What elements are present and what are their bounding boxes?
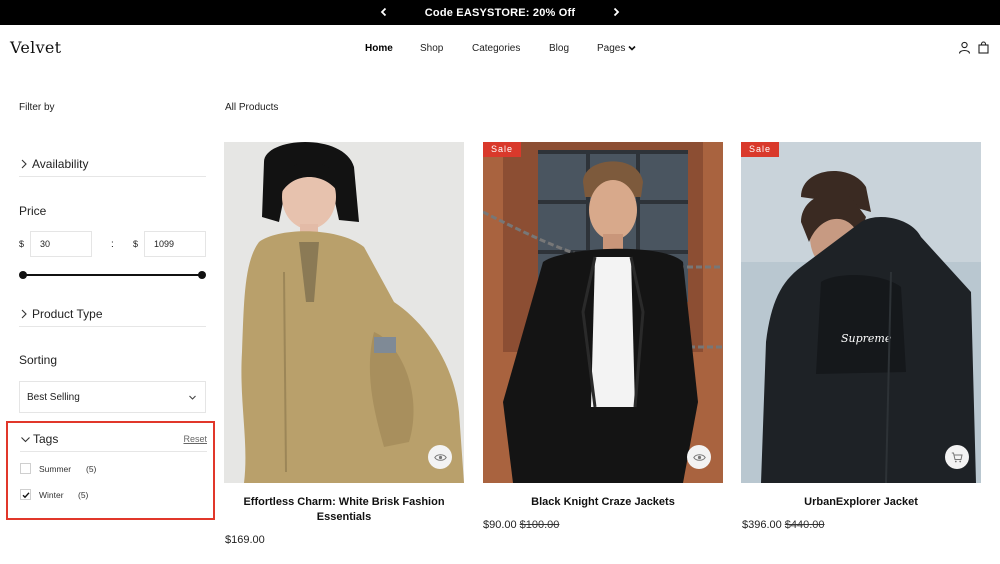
currency-symbol-max: $ (133, 239, 139, 249)
eye-icon (433, 453, 447, 461)
tag-option-winter[interactable]: Winter (5) (20, 489, 120, 501)
price-min-input[interactable]: 30 (30, 231, 92, 257)
page-title: All Products (225, 102, 279, 113)
filter-by-label: Filter by (19, 102, 55, 113)
sale-badge: Sale (741, 142, 780, 157)
chevron-down-icon (628, 44, 636, 52)
tags-title: Tags (33, 432, 59, 446)
product-price-row: $90.00 $100.00 (483, 519, 559, 531)
tag-checkbox-winter[interactable] (20, 489, 31, 500)
product-image[interactable] (224, 142, 464, 483)
product-name[interactable]: UrbanExplorer Jacket (741, 495, 981, 510)
product-old-price: $100.00 (519, 519, 560, 531)
product-name[interactable]: Black Knight Craze Jackets (483, 495, 723, 510)
tags-reset-link[interactable]: Reset (183, 434, 207, 444)
chevron-right-icon (19, 158, 29, 169)
svg-text:Supreme: Supreme (841, 332, 892, 345)
sorting-selected-value: Best Selling (27, 392, 80, 403)
sorting-select[interactable]: Best Selling (19, 381, 206, 413)
chevron-right-icon[interactable] (609, 4, 623, 20)
quick-view-button[interactable] (428, 445, 452, 469)
product-image[interactable]: Sale (483, 142, 723, 483)
product-image[interactable]: Supreme Sale (741, 142, 981, 483)
price-slider-max-handle[interactable] (198, 271, 206, 279)
nav-pages[interactable]: Pages (597, 43, 636, 54)
product-price: $396.00 (742, 519, 782, 531)
product-photo-man-hoodie: Supreme (741, 142, 981, 483)
announcement-text: Code EASYSTORE: 20% Off (424, 6, 576, 19)
chevron-left-icon[interactable] (377, 4, 391, 20)
user-icon[interactable] (958, 41, 971, 54)
price-slider[interactable] (19, 270, 206, 280)
product-old-price: $440.00 (784, 519, 825, 531)
product-photo-man-leather-jacket (483, 142, 723, 483)
price-max-input[interactable]: 1099 (144, 231, 206, 257)
tag-option-summer[interactable]: Summer (5) (20, 463, 120, 475)
checkmark-icon (22, 492, 30, 499)
nav-shop[interactable]: Shop (420, 43, 443, 54)
price-slider-min-handle[interactable] (19, 271, 27, 279)
availability-label: Availability (32, 157, 89, 171)
tag-checkbox-summer[interactable] (20, 463, 31, 474)
announcement-bar: Code EASYSTORE: 20% Off (0, 0, 1000, 25)
product-card[interactable]: Supreme Sale UrbanExplorer Jacket (741, 142, 981, 510)
quick-view-button[interactable] (687, 445, 711, 469)
availability-filter[interactable]: Availability (19, 157, 206, 177)
price-separator: : (111, 239, 114, 250)
product-name[interactable]: Effortless Charm: White Brisk Fashion Es… (224, 495, 464, 525)
tag-label: Winter (39, 490, 64, 500)
eye-icon (692, 453, 706, 461)
main-nav: Home Shop Categories Blog Pages (0, 43, 1000, 57)
tag-count: (5) (86, 464, 97, 474)
price-title: Price (19, 204, 47, 218)
nav-home[interactable]: Home (365, 43, 393, 54)
bag-icon[interactable] (977, 41, 990, 54)
nav-categories[interactable]: Categories (472, 43, 520, 54)
add-to-cart-button[interactable] (945, 445, 969, 469)
nav-blog[interactable]: Blog (549, 43, 569, 54)
chevron-right-icon (19, 308, 29, 319)
tag-count: (5) (78, 490, 89, 500)
chevron-down-icon (188, 393, 197, 402)
price-range-inputs: $ 30 : $ 1099 (19, 231, 206, 257)
product-card[interactable]: Sale Black Knight Craze Jackets (483, 142, 723, 510)
product-type-label: Product Type (32, 307, 103, 321)
cart-icon (951, 452, 963, 462)
product-type-filter[interactable]: Product Type (19, 307, 206, 327)
product-card[interactable]: Effortless Charm: White Brisk Fashion Es… (224, 142, 464, 525)
header-icons (958, 41, 990, 54)
product-photo-woman-tan-shirt (224, 142, 464, 483)
sale-badge: Sale (483, 142, 522, 157)
product-price-row: $396.00 $440.00 (742, 519, 825, 531)
sorting-title: Sorting (19, 353, 58, 367)
price-slider-track (23, 274, 202, 276)
product-price: $169.00 (225, 534, 265, 546)
chevron-down-icon (20, 434, 31, 445)
tags-filter-highlight: Tags Reset Summer (5) Winter (5) (6, 421, 215, 520)
currency-symbol-min: $ (19, 239, 25, 249)
product-price: $90.00 (483, 519, 517, 531)
nav-pages-label: Pages (597, 43, 626, 54)
tag-label: Summer (39, 464, 72, 474)
tags-filter-header[interactable]: Tags Reset (20, 432, 207, 452)
